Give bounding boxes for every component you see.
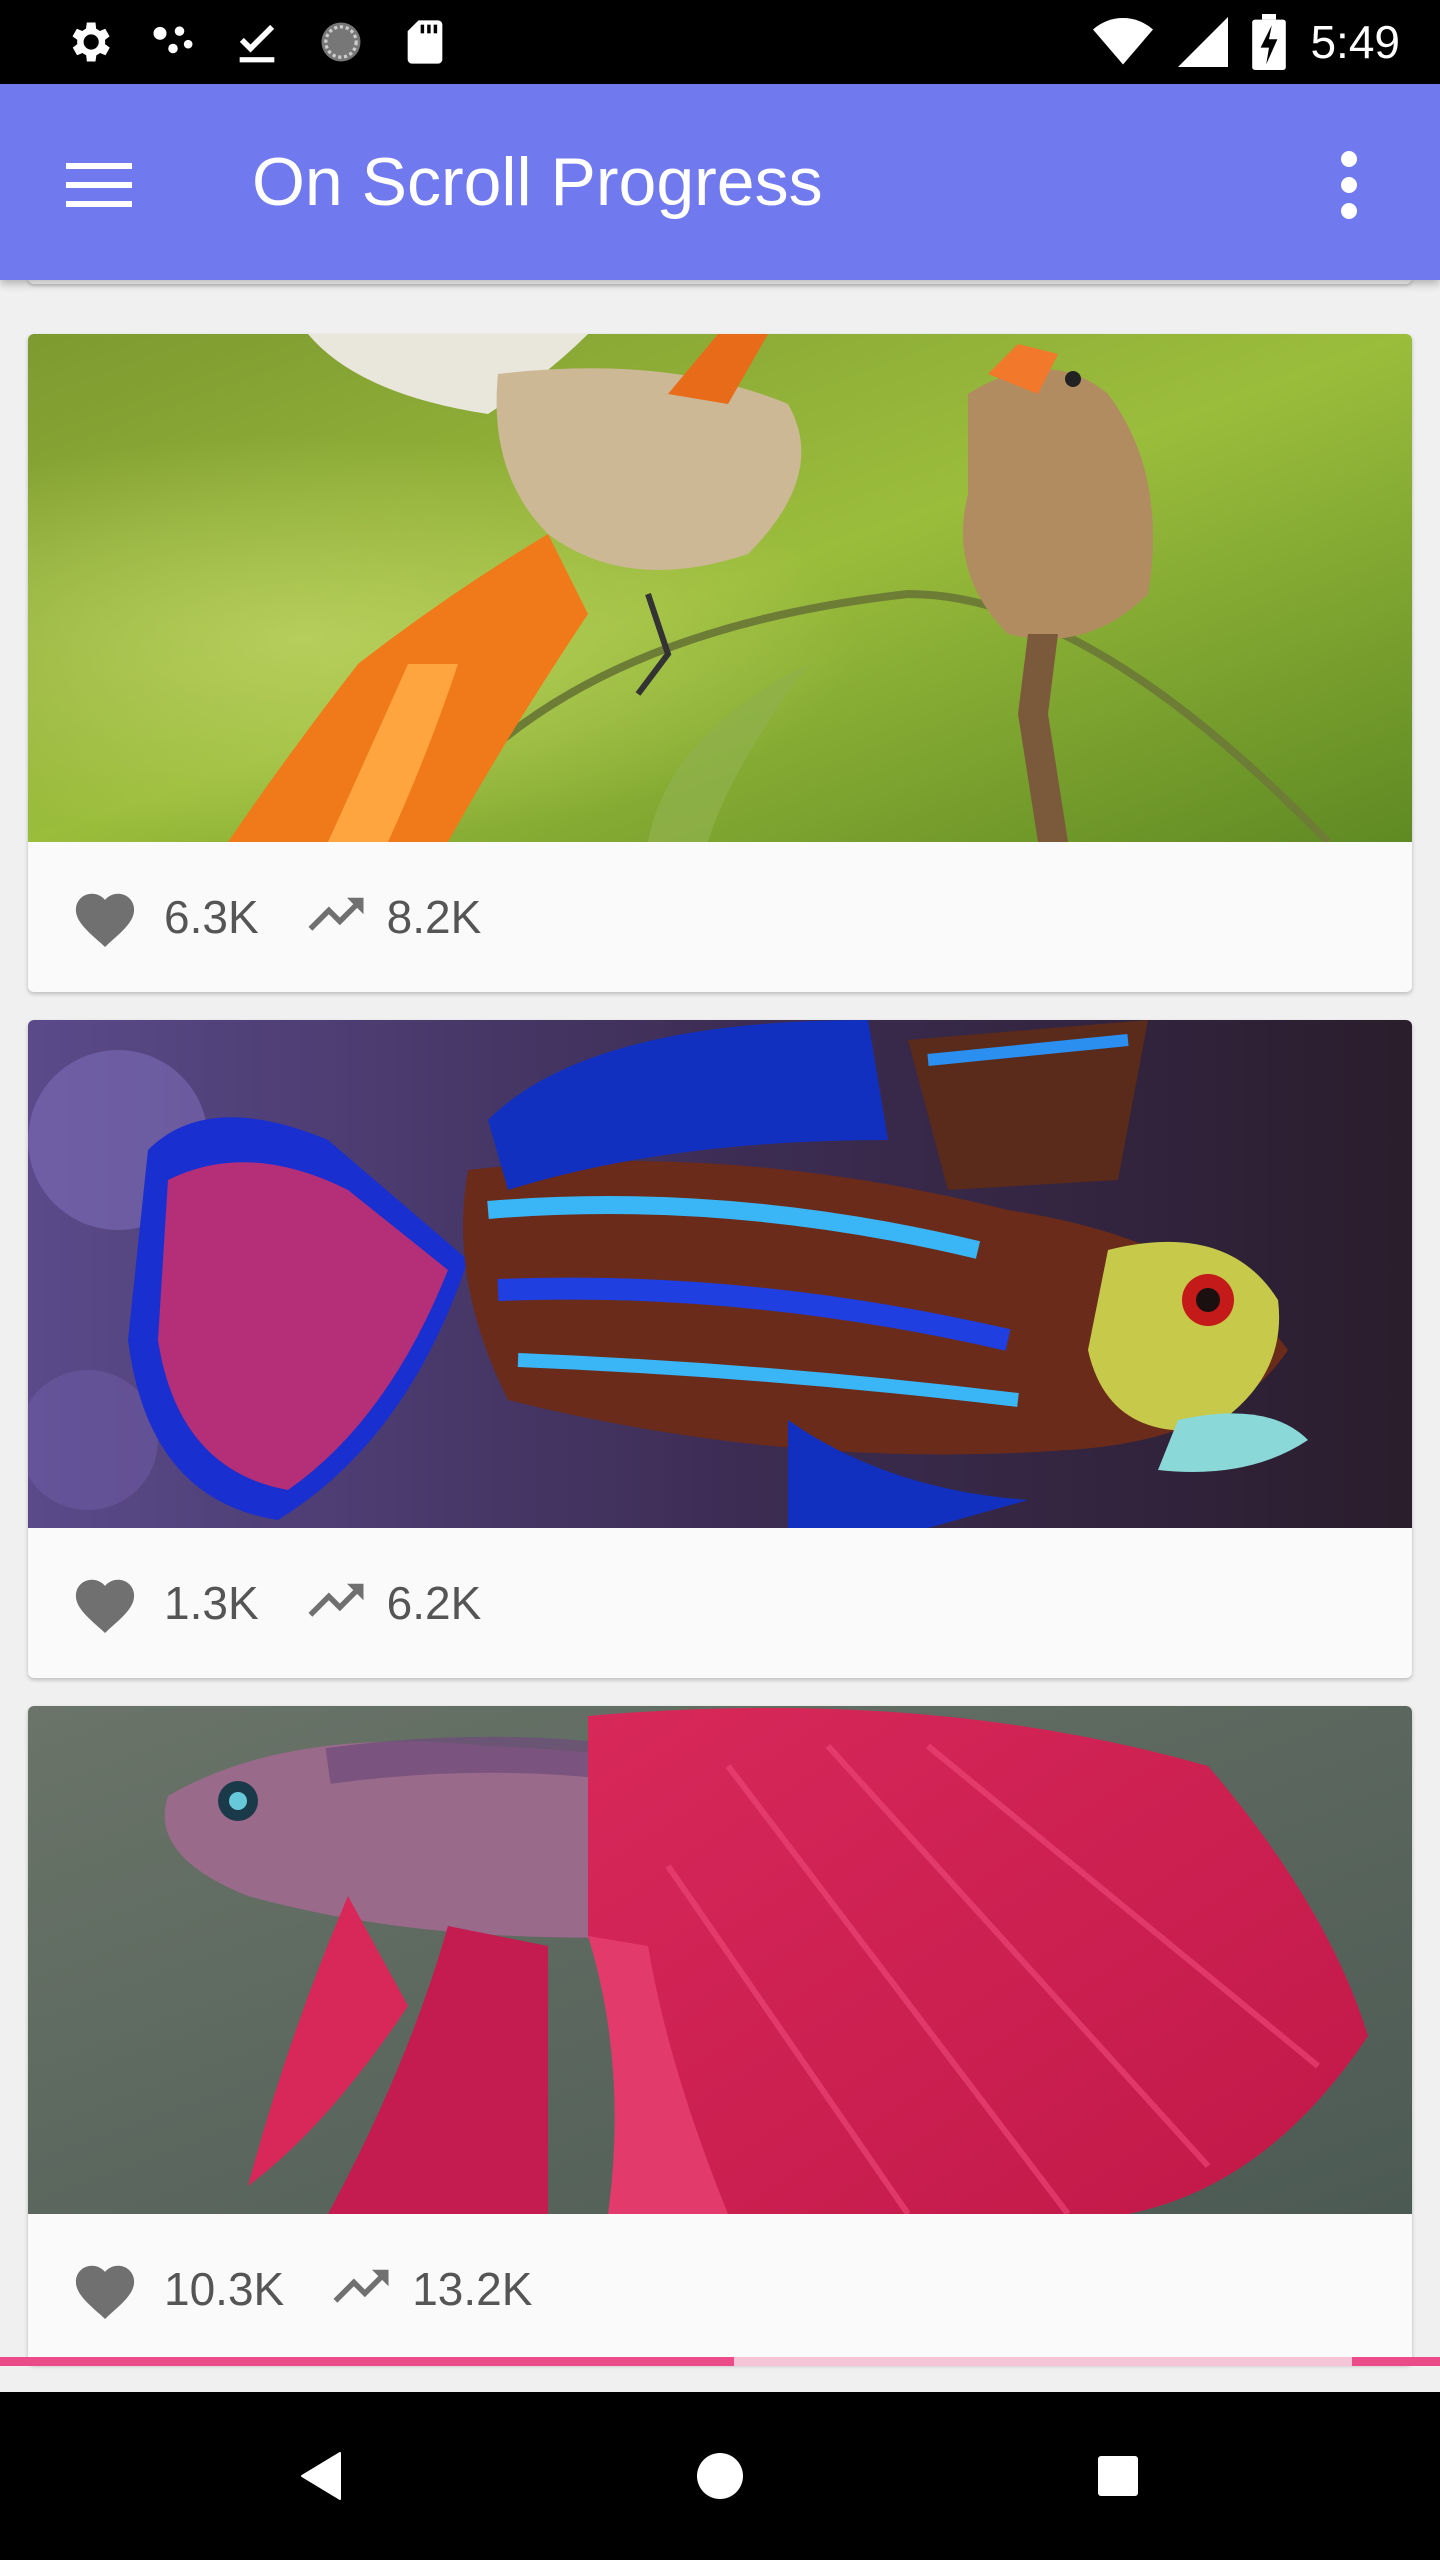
- menu-button[interactable]: [54, 140, 144, 230]
- recents-icon: [1098, 2456, 1138, 2496]
- card-stats: 10.3K 13.2K: [28, 2214, 1412, 2364]
- card-stats: 6.3K 8.2K: [28, 842, 1412, 992]
- back-button[interactable]: [236, 2392, 404, 2560]
- signal-icon: [1178, 17, 1229, 67]
- heart-icon[interactable]: [68, 1571, 142, 1635]
- previous-card-edge: [28, 280, 1412, 284]
- share-dots-icon: [146, 15, 200, 69]
- trending-up-icon: [308, 1583, 364, 1617]
- back-icon: [301, 2452, 341, 2500]
- mandarin-fish-photo: [28, 1020, 1412, 1528]
- navigation-bar: [0, 2392, 1440, 2560]
- heart-icon[interactable]: [68, 2257, 142, 2321]
- more-vert-icon: [1341, 151, 1357, 219]
- feed-list[interactable]: 6.3K 8.2K 1.3K 6.2K 10.3K 13.2K: [0, 280, 1440, 2390]
- home-button[interactable]: [636, 2392, 804, 2560]
- trending-up-icon: [333, 2269, 389, 2303]
- trending-count: 13.2K: [412, 2263, 533, 2315]
- scroll-progress-bar: [0, 2357, 1440, 2366]
- sd-card-icon: [398, 15, 452, 69]
- birds-photo: [28, 334, 1412, 842]
- download-done-icon: [230, 15, 284, 69]
- status-clock: 5:49: [1310, 16, 1400, 68]
- system-indicators: 5:49: [1092, 0, 1400, 84]
- trending-count: 8.2K: [386, 891, 482, 943]
- likes-count: 6.3K: [164, 891, 259, 943]
- betta-fish-photo: [28, 1706, 1412, 2214]
- home-icon: [697, 2453, 743, 2499]
- app-bar: On Scroll Progress: [0, 84, 1440, 280]
- likes-count: 1.3K: [164, 1577, 259, 1629]
- heart-icon[interactable]: [68, 885, 142, 949]
- card-stats: 1.3K 6.2K: [28, 1528, 1412, 1678]
- menu-icon: [66, 163, 132, 207]
- notification-icons: [62, 14, 452, 70]
- settings-icon: [62, 15, 116, 69]
- trending-count: 6.2K: [386, 1577, 482, 1629]
- feed-card[interactable]: 10.3K 13.2K: [28, 1706, 1412, 2364]
- status-bar: 5:49: [0, 0, 1440, 84]
- scroll-progress-remaining: [734, 2357, 1352, 2366]
- trending-up-icon: [308, 897, 364, 931]
- page-title: On Scroll Progress: [252, 144, 823, 220]
- battery-charging-icon: [1252, 14, 1287, 70]
- feed-card[interactable]: 6.3K 8.2K: [28, 334, 1412, 992]
- recents-button[interactable]: [1034, 2392, 1202, 2560]
- wifi-icon: [1093, 18, 1154, 65]
- likes-count: 10.3K: [164, 2263, 285, 2315]
- sync-circle-icon: [314, 15, 368, 69]
- more-options-button[interactable]: [1304, 140, 1394, 230]
- feed-card[interactable]: 1.3K 6.2K: [28, 1020, 1412, 1678]
